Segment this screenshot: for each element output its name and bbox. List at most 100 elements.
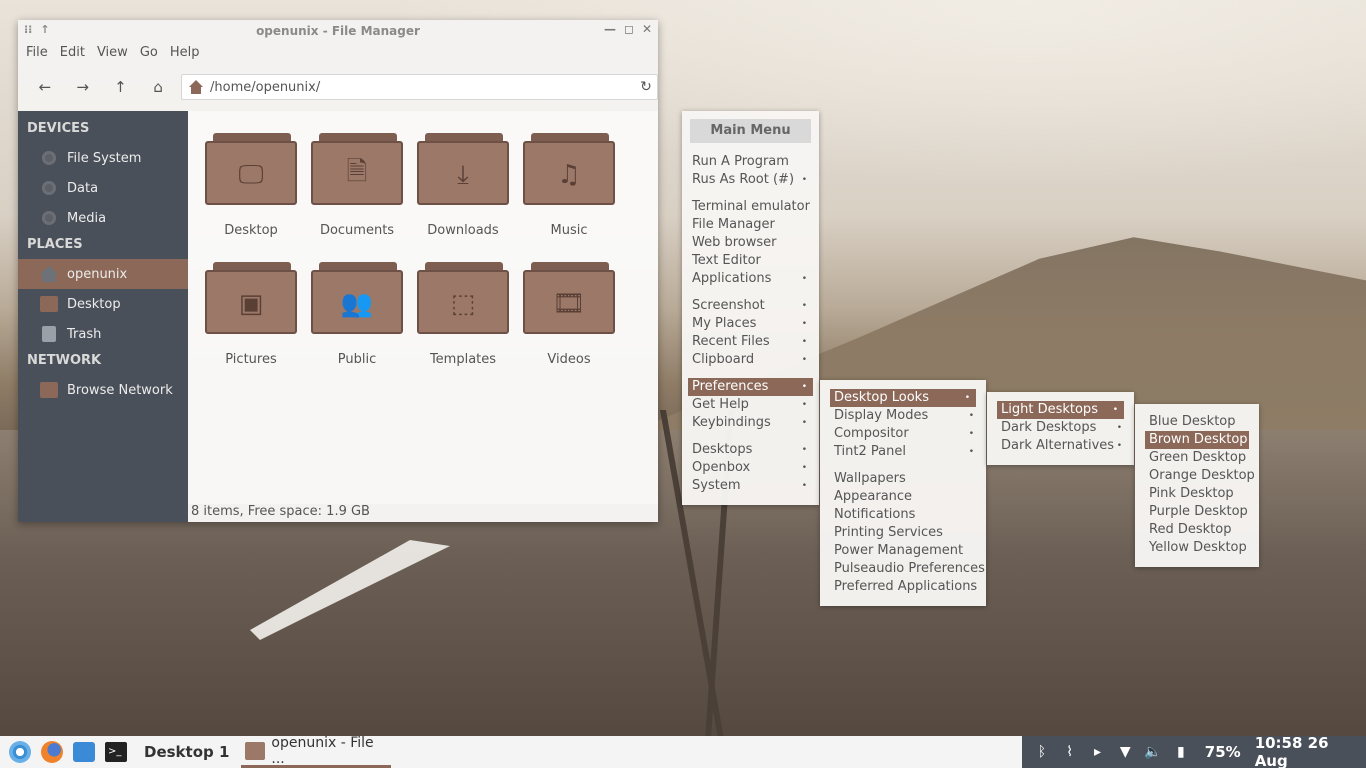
menu-item-preferred-applications[interactable]: Preferred Applications bbox=[820, 578, 986, 596]
finder-icon bbox=[73, 742, 95, 762]
folder-public[interactable]: 👥 Public bbox=[304, 258, 410, 375]
menu-item-yellow-desktop[interactable]: Yellow Desktop bbox=[1135, 539, 1259, 557]
folder-templates[interactable]: ⬚ Templates bbox=[410, 258, 516, 375]
menu-item-run-program[interactable]: Run A Program bbox=[682, 153, 819, 171]
menu-item-display-modes[interactable]: Display Modes • bbox=[820, 407, 986, 425]
wifi-icon[interactable]: ▼ bbox=[1111, 744, 1139, 760]
menu-item-file-manager[interactable]: File Manager bbox=[682, 216, 819, 234]
menu-item-recent-files[interactable]: Recent Files • bbox=[682, 333, 819, 351]
menu-go[interactable]: Go bbox=[134, 42, 164, 64]
menu-item-notifications[interactable]: Notifications bbox=[820, 506, 986, 524]
folder-icon: ▣ bbox=[205, 262, 297, 334]
sidebar-item-file-system[interactable]: File System bbox=[18, 143, 188, 173]
file-manager-window: ⁝⁝ ↑ openunix - File Manager — ◻ ✕ File … bbox=[18, 20, 658, 522]
location-bar[interactable]: /home/openunix/ ↻ bbox=[181, 74, 658, 100]
menu-item-appearance[interactable]: Appearance bbox=[820, 488, 986, 506]
window-titlebar[interactable]: ⁝⁝ ↑ openunix - File Manager — ◻ ✕ bbox=[18, 20, 658, 42]
menu-item-get-help[interactable]: Get Help • bbox=[682, 396, 819, 414]
sidebar-item-browse-network[interactable]: Browse Network bbox=[18, 375, 188, 405]
terminal-tray-icon[interactable]: ▸ bbox=[1084, 744, 1112, 760]
launcher-terminal[interactable]: >_ bbox=[100, 736, 132, 768]
arrow-up-icon: ↑ bbox=[114, 78, 127, 96]
menu-item-my-places[interactable]: My Places • bbox=[682, 315, 819, 333]
menu-file[interactable]: File bbox=[20, 42, 54, 64]
menu-item-compositor[interactable]: Compositor • bbox=[820, 425, 986, 443]
menu-item-preferences[interactable]: Preferences • bbox=[688, 378, 813, 396]
close-icon[interactable]: ✕ bbox=[642, 22, 652, 36]
launcher-chromium[interactable] bbox=[4, 736, 36, 768]
taskbar: >_ Desktop 1 openunix - File ... ᛒ ⌇ ▸ ▼… bbox=[0, 734, 1366, 768]
menu-item-dark-desktops[interactable]: Dark Desktops • bbox=[987, 419, 1134, 437]
paperclip-icon[interactable]: ⌇ bbox=[1056, 744, 1084, 760]
menu-item-brown-desktop[interactable]: Brown Desktop bbox=[1145, 431, 1249, 449]
menu-item-screenshot[interactable]: Screenshot • bbox=[682, 297, 819, 315]
menu-item-text-editor[interactable]: Text Editor bbox=[682, 252, 819, 270]
reload-icon[interactable]: ↻ bbox=[635, 79, 657, 95]
folder-documents[interactable]: 🗎 Documents bbox=[304, 129, 410, 246]
menu-item-power-management[interactable]: Power Management bbox=[820, 542, 986, 560]
menu-item-tint2-panel[interactable]: Tint2 Panel • bbox=[820, 443, 986, 461]
menu-item-red-desktop[interactable]: Red Desktop bbox=[1135, 521, 1259, 539]
menu-item-clipboard[interactable]: Clipboard • bbox=[682, 351, 819, 369]
folder-music[interactable]: ♫ Music bbox=[516, 129, 622, 246]
file-view[interactable]: 🖵 Desktop 🗎 Documents ⤓ Downloads ♫ Musi… bbox=[188, 111, 658, 522]
up-button[interactable]: ↑ bbox=[102, 72, 140, 102]
sidebar-item-media[interactable]: Media bbox=[18, 203, 188, 233]
menu-item-purple-desktop[interactable]: Purple Desktop bbox=[1135, 503, 1259, 521]
clock[interactable]: 10:58 26 Aug bbox=[1255, 734, 1366, 768]
sidebar-item-label: Desktop bbox=[67, 296, 121, 312]
maximize-icon[interactable]: ◻ bbox=[624, 22, 634, 36]
back-button[interactable]: ← bbox=[26, 72, 64, 102]
menu-item-blue-desktop[interactable]: Blue Desktop bbox=[1135, 413, 1259, 431]
sidebar-item-data[interactable]: Data bbox=[18, 173, 188, 203]
menu-item-desktops[interactable]: Desktops • bbox=[682, 441, 819, 459]
taskbar-task-file-manager[interactable]: openunix - File ... bbox=[241, 735, 392, 768]
menu-item-green-desktop[interactable]: Green Desktop bbox=[1135, 449, 1259, 467]
folder-desktop[interactable]: 🖵 Desktop bbox=[198, 129, 304, 246]
monitor-icon: 🖵 bbox=[238, 159, 264, 190]
menu-item-openbox[interactable]: Openbox • bbox=[682, 459, 819, 477]
menu-item-keybindings[interactable]: Keybindings • bbox=[682, 414, 819, 432]
menu-edit[interactable]: Edit bbox=[54, 42, 91, 64]
menu-item-light-desktops[interactable]: Light Desktops • bbox=[997, 401, 1124, 419]
menu-help[interactable]: Help bbox=[164, 42, 206, 64]
menu-item-printing-services[interactable]: Printing Services bbox=[820, 524, 986, 542]
menu-item-pulseaudio-preferences[interactable]: Pulseaudio Preferences bbox=[820, 560, 986, 578]
menu-item-desktop-looks[interactable]: Desktop Looks • bbox=[830, 389, 976, 407]
battery-icon[interactable]: ▮ bbox=[1167, 744, 1195, 760]
launcher-files[interactable] bbox=[68, 736, 100, 768]
window-menu-icon[interactable]: ⁝⁝ bbox=[24, 23, 32, 36]
menu-item-terminal[interactable]: Terminal emulator bbox=[682, 198, 819, 216]
menu-item-pink-desktop[interactable]: Pink Desktop bbox=[1135, 485, 1259, 503]
music-icon: ♫ bbox=[557, 160, 581, 190]
launcher-firefox[interactable] bbox=[36, 736, 68, 768]
minimize-icon[interactable]: — bbox=[604, 22, 616, 36]
submenu-arrow-icon: • bbox=[964, 393, 970, 403]
menu-item-applications[interactable]: Applications • bbox=[682, 270, 819, 288]
bluetooth-icon[interactable]: ᛒ bbox=[1028, 744, 1056, 760]
volume-icon[interactable]: 🔈 bbox=[1139, 744, 1167, 760]
folder-videos[interactable]: 🎞 Videos bbox=[516, 258, 622, 375]
menu-item-dark-alternatives[interactable]: Dark Alternatives • bbox=[987, 437, 1134, 455]
menubar: File Edit View Go Help bbox=[18, 42, 658, 64]
window-shade-icon[interactable]: ↑ bbox=[40, 23, 49, 36]
menu-item-system[interactable]: System • bbox=[682, 477, 819, 495]
sidebar-item-desktop[interactable]: Desktop bbox=[18, 289, 188, 319]
workspace-name[interactable]: Desktop 1 bbox=[144, 743, 229, 761]
menu-item-run-as-root[interactable]: Rus As Root (#) • bbox=[682, 171, 819, 189]
folder-icon: 🖵 bbox=[205, 133, 297, 205]
menu-item-web-browser[interactable]: Web browser bbox=[682, 234, 819, 252]
main-menu: Main Menu Run A Program Rus As Root (#) •… bbox=[682, 111, 819, 505]
folder-pictures[interactable]: ▣ Pictures bbox=[198, 258, 304, 375]
sidebar-item-label: openunix bbox=[67, 266, 128, 282]
menu-view[interactable]: View bbox=[91, 42, 134, 64]
terminal-icon: >_ bbox=[105, 742, 127, 762]
sidebar-item-openunix[interactable]: openunix bbox=[18, 259, 188, 289]
sidebar-item-trash[interactable]: Trash bbox=[18, 319, 188, 349]
menu-item-wallpapers[interactable]: Wallpapers bbox=[820, 470, 986, 488]
drive-icon bbox=[42, 151, 56, 165]
folder-downloads[interactable]: ⤓ Downloads bbox=[410, 129, 516, 246]
home-button[interactable]: ⌂ bbox=[139, 72, 177, 102]
forward-button[interactable]: → bbox=[64, 72, 102, 102]
menu-item-orange-desktop[interactable]: Orange Desktop bbox=[1135, 467, 1259, 485]
